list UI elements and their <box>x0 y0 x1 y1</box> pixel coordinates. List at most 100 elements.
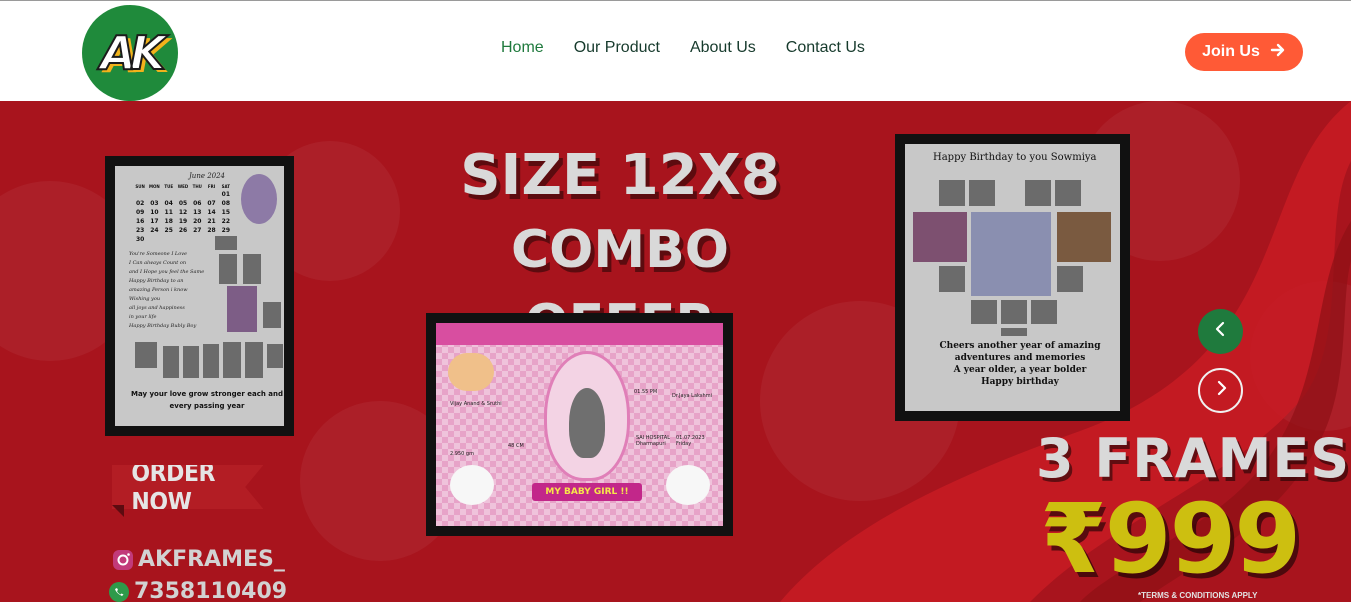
photo-thumb <box>183 346 199 378</box>
calendar-date: 24 <box>150 227 159 234</box>
calendar-date <box>147 236 161 243</box>
main-nav: Home Our Product About Us Contact Us <box>501 39 865 57</box>
calendar-date: 26 <box>178 227 188 234</box>
instagram-icon <box>112 549 134 571</box>
footprint-shape <box>544 351 630 481</box>
photo-thumb <box>245 342 263 378</box>
logo[interactable]: AK <box>82 5 178 101</box>
calendar-date: 06 <box>193 200 202 207</box>
calendar-date: 17 <box>150 218 159 225</box>
calendar-day-header: THU <box>192 184 202 189</box>
photo-thumb <box>1055 180 1081 206</box>
calendar-day-header: FRI <box>207 184 216 189</box>
birthday-footer-line: Cheers another year of amazing <box>939 341 1101 351</box>
logo-mark: AK <box>93 23 167 83</box>
calendar-date: 14 <box>207 209 216 216</box>
calendar-date: 23 <box>135 227 145 234</box>
couple-icon <box>448 353 494 391</box>
nav-about-us[interactable]: About Us <box>690 39 756 57</box>
chevron-right-icon <box>1212 379 1230 402</box>
calendar-date <box>204 191 218 198</box>
ribbon-fold <box>112 505 124 517</box>
chevron-left-icon <box>1212 320 1230 343</box>
birthday-frame-content: Happy Birthday to you Sowmiya Cheers ano… <box>905 144 1120 411</box>
photo-thumb <box>971 212 1051 296</box>
dreamcatcher-image <box>241 174 277 224</box>
join-us-label: Join Us <box>1202 43 1260 60</box>
calendar-date: 20 <box>193 218 202 225</box>
whatsapp-number: 7358110409 <box>108 579 287 602</box>
calendar-date: 18 <box>164 218 173 225</box>
calendar-date: 25 <box>164 227 173 234</box>
calendar-date <box>190 191 204 198</box>
join-us-button[interactable]: Join Us <box>1185 33 1303 71</box>
calendar-date: 08 <box>221 200 231 207</box>
calendar-date <box>133 191 147 198</box>
order-now-tag[interactable]: ORDER NOW <box>112 465 284 517</box>
calendar-date: 27 <box>193 227 202 234</box>
calendar-date <box>147 191 161 198</box>
order-now-label: ORDER NOW <box>112 465 264 509</box>
calendar-date: 29 <box>221 227 231 234</box>
logo-text: AK <box>99 25 166 81</box>
message-line: amazing Person i know <box>129 287 188 293</box>
calendar-date: 21 <box>207 218 216 225</box>
site-header: AK Home Our Product About Us Contact Us … <box>0 1 1351 101</box>
photo-thumb <box>135 342 157 368</box>
calendar-grid: SUN MON TUE WED THU FRI SAT 01 02 03 04 05 06 07 08 09 1… <box>133 184 233 243</box>
calendar-date: 22 <box>221 218 231 225</box>
photo-thumb <box>971 300 997 324</box>
calendar-date: 12 <box>178 209 188 216</box>
birthday-footer-line: adventures and memories <box>954 353 1086 363</box>
arrow-right-icon <box>1270 42 1286 63</box>
photo-thumb <box>939 180 965 206</box>
photo-thumb <box>939 266 965 292</box>
calendar-footer: May your love grow stronger each and eve… <box>127 388 284 412</box>
calendar-day-header: TUE <box>164 184 174 189</box>
calendar-date <box>162 191 176 198</box>
calendar-frame-content: June 2024 SUN MON TUE WED THU FRI SAT 01 02 03 04 0… <box>115 166 284 426</box>
calendar-date <box>176 191 190 198</box>
calendar-date: 03 <box>150 200 159 207</box>
calendar-date: 07 <box>207 200 216 207</box>
message-line: Happy Birthday to an <box>129 278 184 284</box>
whatsapp-icon <box>108 581 130 602</box>
calendar-date: 04 <box>164 200 173 207</box>
calendar-date: 01 <box>221 191 231 198</box>
calendar-date: 16 <box>135 218 145 225</box>
terms-note: *TERMS & CONDITIONS APPLY <box>1138 591 1258 600</box>
baby-frame-content: Vijay Anand & Sruthi 01.55 PM Dr.Jaya La… <box>436 323 723 526</box>
photo-thumb <box>913 212 967 262</box>
calendar-date <box>162 236 176 243</box>
baby-weight: 2.950 gm <box>450 451 474 457</box>
calendar-date: 30 <box>135 236 145 243</box>
nav-our-product[interactable]: Our Product <box>574 39 660 57</box>
instagram-text: AKFRAMES_ <box>138 547 285 572</box>
message-line: Happy Birthday Bubly Boy <box>129 323 197 329</box>
baby-banner: MY BABY GIRL !! <box>532 483 642 501</box>
nav-home[interactable]: Home <box>501 39 544 57</box>
birthday-footer-line: A year older, a year bolder <box>953 365 1087 375</box>
photo-thumb <box>219 254 237 284</box>
slider-next-button[interactable] <box>1198 368 1243 413</box>
birthday-footer-line: Happy birthday <box>981 377 1059 387</box>
calendar-date: 02 <box>135 200 145 207</box>
photo-thumb <box>1001 300 1027 324</box>
calendar-footer-line: every passing year <box>169 402 245 410</box>
photo-thumb <box>223 342 241 378</box>
baby-parent-names: Vijay Anand & Sruthi <box>450 401 502 407</box>
calendar-day-header: WED <box>177 184 189 189</box>
photo-thumb <box>1031 300 1057 324</box>
photo-thumb <box>267 344 283 368</box>
slider-prev-button[interactable] <box>1198 309 1243 354</box>
message-line: and I Hope you feel the Same <box>129 269 205 275</box>
baby-birth-date: 01.07.2023 Friday <box>676 435 705 447</box>
birthday-frame-image: Happy Birthday to you Sowmiya Cheers ano… <box>895 134 1130 421</box>
photo-thumb <box>227 286 257 332</box>
calendar-date: 15 <box>221 209 231 216</box>
photo-thumb <box>263 302 281 328</box>
hello-kitty-icon <box>666 465 710 505</box>
calendar-date: 28 <box>207 227 216 234</box>
nav-contact-us[interactable]: Contact Us <box>786 39 865 57</box>
calendar-frame-image: June 2024 SUN MON TUE WED THU FRI SAT 01 02 03 04 0… <box>105 156 294 436</box>
